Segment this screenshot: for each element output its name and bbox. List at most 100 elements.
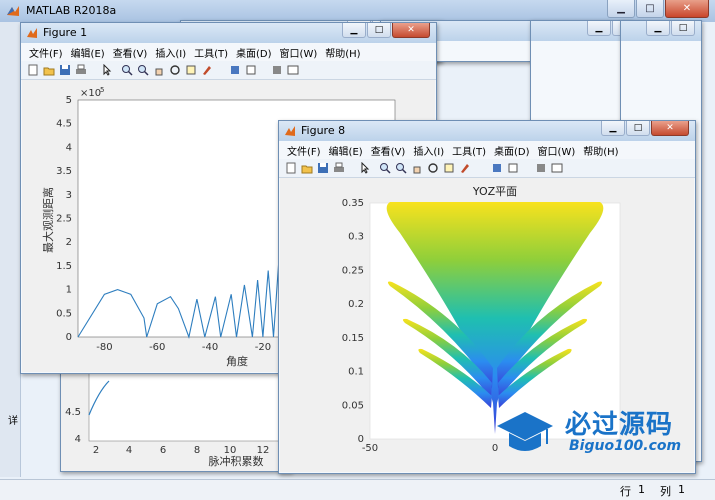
figure8-ytick-label: 0.1 xyxy=(348,367,364,378)
figure8-title: Figure 8 xyxy=(301,124,346,137)
back-ytick-0: 4.5 xyxy=(65,407,81,418)
figure8-ytick-label: 0.3 xyxy=(348,232,364,243)
print-icon[interactable] xyxy=(333,162,345,174)
back-xtick-2: 6 xyxy=(160,445,166,456)
figure8-plot-title: YOZ平面 xyxy=(472,185,517,198)
menu-insert[interactable]: 插入(I) xyxy=(413,143,444,158)
menu-window[interactable]: 窗口(W) xyxy=(280,45,318,60)
watermark: 必过源码 Biguo100.com xyxy=(495,402,695,462)
figure8-xtick-0: -50 xyxy=(362,443,378,454)
legend-icon[interactable] xyxy=(535,162,547,174)
status-bar: 行 1 列 1 xyxy=(0,479,715,500)
menu-view[interactable]: 查看(V) xyxy=(113,45,148,60)
figure8-minimize-button[interactable]: ▁ xyxy=(601,121,625,136)
zoom-in-icon[interactable] xyxy=(121,64,133,76)
figure8-menubar: 文件(F) 编辑(E) 查看(V) 插入(I) 工具(T) 桌面(D) 窗口(W… xyxy=(279,142,695,159)
brush-icon[interactable] xyxy=(201,64,213,76)
zoom-out-icon[interactable] xyxy=(395,162,407,174)
new-figure-icon[interactable] xyxy=(285,162,297,174)
zoom-in-icon[interactable] xyxy=(379,162,391,174)
figure1-minimize-button[interactable]: ▁ xyxy=(342,23,366,38)
figure1-ytick-label: 1.5 xyxy=(56,261,72,272)
minimize-button[interactable]: ▁ xyxy=(607,0,635,18)
figure1-ytick-label: 5 xyxy=(66,95,72,106)
back-ytick-1: 4 xyxy=(75,434,81,445)
plot-tools-icon[interactable] xyxy=(287,64,299,76)
figure1-ytick-label: 2 xyxy=(66,237,72,248)
menu-edit[interactable]: 编辑(E) xyxy=(71,45,105,60)
figure8-ytick-label: 0.05 xyxy=(342,400,364,411)
figure1-xtick-label: -80 xyxy=(96,342,112,353)
pan-icon[interactable] xyxy=(411,162,423,174)
figure1-ytick-label: 2.5 xyxy=(56,214,72,225)
print-icon[interactable] xyxy=(75,64,87,76)
figure1-ylabel: 最大观测距离 xyxy=(41,187,55,253)
menu-desktop[interactable]: 桌面(D) xyxy=(494,143,530,158)
figure1-ytick-label: 3.5 xyxy=(56,166,72,177)
figure1-exponent: ×10 xyxy=(80,88,101,99)
menu-desktop[interactable]: 桌面(D) xyxy=(236,45,272,60)
colorbar-icon[interactable] xyxy=(245,64,257,76)
open-icon[interactable] xyxy=(301,162,313,174)
figure8-maximize-button[interactable]: □ xyxy=(626,121,650,136)
legend-icon[interactable] xyxy=(271,64,283,76)
figure1-xtick-label: -40 xyxy=(202,342,218,353)
watermark-en-text: Biguo100.com xyxy=(569,438,682,454)
figure1-xtick-label: -20 xyxy=(255,342,271,353)
status-row-label: 行 xyxy=(620,485,631,498)
save-icon[interactable] xyxy=(317,162,329,174)
figure1-ytick-label: 0.5 xyxy=(56,308,72,319)
pointer-icon[interactable] xyxy=(359,162,371,174)
menu-file[interactable]: 文件(F) xyxy=(29,45,63,60)
plot-tools-icon[interactable] xyxy=(551,162,563,174)
figure1-exponent-power: 5 xyxy=(100,86,104,94)
link-icon[interactable] xyxy=(229,64,241,76)
graduation-cap-icon xyxy=(497,412,553,451)
menu-file[interactable]: 文件(F) xyxy=(287,143,321,158)
rotate-icon[interactable] xyxy=(169,64,181,76)
close-button[interactable]: ✕ xyxy=(665,0,709,18)
brush-icon[interactable] xyxy=(459,162,471,174)
menu-view[interactable]: 查看(V) xyxy=(371,143,406,158)
data-cursor-icon[interactable] xyxy=(185,64,197,76)
menu-edit[interactable]: 编辑(E) xyxy=(329,143,363,158)
figure1-ytick-label: 0 xyxy=(66,332,72,343)
status-col-label: 列 xyxy=(660,485,671,498)
rotate-icon[interactable] xyxy=(427,162,439,174)
status-col-value: 1 xyxy=(678,483,685,496)
menu-insert[interactable]: 插入(I) xyxy=(155,45,186,60)
figure8-close-button[interactable]: ✕ xyxy=(651,121,689,136)
menu-tools[interactable]: 工具(T) xyxy=(194,45,228,60)
back-xtick-0: 2 xyxy=(93,445,99,456)
pan-icon[interactable] xyxy=(153,64,165,76)
figure1-title: Figure 1 xyxy=(43,26,88,39)
main-window-buttons: ▁ □ ✕ xyxy=(607,0,709,18)
figure1-ytick-label: 4.5 xyxy=(56,119,72,130)
figure1-maximize-button[interactable]: □ xyxy=(367,23,391,38)
figure8-ytick-label: 0.35 xyxy=(342,198,364,209)
figure8-ytick-label: 0.2 xyxy=(348,299,364,310)
figure8-toolbar xyxy=(279,159,695,178)
menu-help[interactable]: 帮助(H) xyxy=(325,45,360,60)
data-cursor-icon[interactable] xyxy=(443,162,455,174)
colorbar-icon[interactable] xyxy=(507,162,519,174)
back-xtick-1: 4 xyxy=(126,445,132,456)
figure-icon xyxy=(285,126,295,136)
matlab-logo-icon xyxy=(7,6,19,16)
figure8-ytick-label: 0.25 xyxy=(342,265,364,276)
menu-window[interactable]: 窗口(W) xyxy=(538,143,576,158)
figure1-xlabel: 角度 xyxy=(226,354,248,368)
link-icon[interactable] xyxy=(491,162,503,174)
figure1-ytick-label: 3 xyxy=(66,190,72,201)
zoom-out-icon[interactable] xyxy=(137,64,149,76)
menu-help[interactable]: 帮助(H) xyxy=(583,143,618,158)
save-icon[interactable] xyxy=(59,64,71,76)
open-icon[interactable] xyxy=(43,64,55,76)
left-panel: 详 xyxy=(0,22,21,477)
menu-tools[interactable]: 工具(T) xyxy=(452,143,486,158)
figure8-ytick-label: 0.15 xyxy=(342,333,364,344)
pointer-icon[interactable] xyxy=(101,64,113,76)
figure1-close-button[interactable]: ✕ xyxy=(392,23,430,38)
maximize-button[interactable]: □ xyxy=(636,0,664,18)
new-figure-icon[interactable] xyxy=(27,64,39,76)
